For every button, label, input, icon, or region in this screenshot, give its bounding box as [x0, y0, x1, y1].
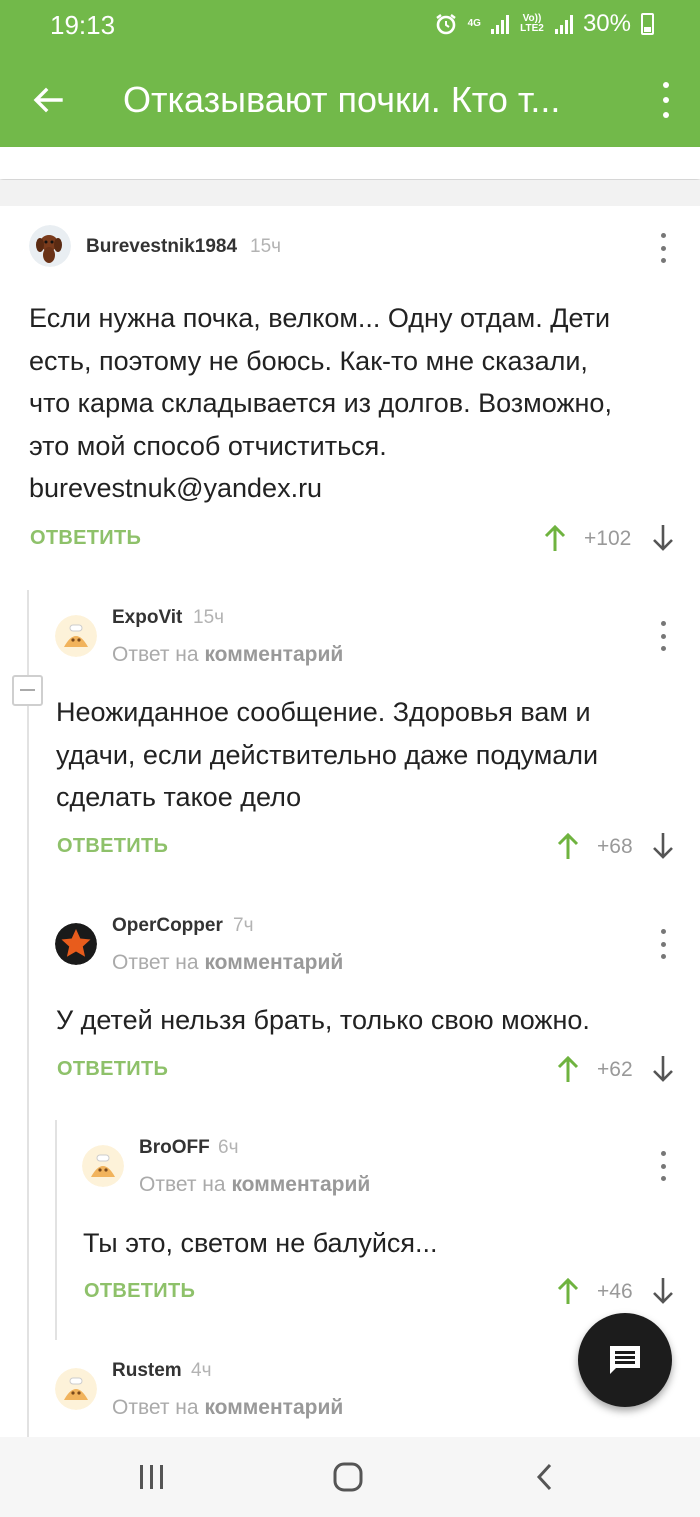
thread-line — [27, 590, 29, 1440]
reply-target-link[interactable]: комментарий — [204, 1396, 343, 1419]
comment-score: +62 — [597, 1058, 633, 1081]
status-icons: 4G Vo)) LTE2 30% — [434, 10, 654, 38]
vote-up-icon[interactable] — [556, 1054, 580, 1084]
comment-text: Ты это, светом не балуйся... — [83, 1222, 683, 1265]
comment-line: У детей нельзя брать, только свою можно. — [56, 1005, 590, 1035]
reply-target-link[interactable]: комментарий — [231, 1173, 370, 1196]
system-nav-bar — [0, 1437, 700, 1517]
reply-prefix: Ответ на — [112, 643, 199, 666]
reply-button[interactable]: ОТВЕТИТЬ — [30, 527, 141, 550]
user-avatar-default[interactable] — [82, 1145, 124, 1187]
vote-down-icon[interactable] — [651, 1276, 675, 1306]
comment-line: есть, поэтому не боюсь. Как-то мне сказа… — [29, 345, 588, 376]
comment-score: +102 — [584, 527, 632, 550]
reply-button[interactable]: ОТВЕТИТЬ — [84, 1280, 195, 1303]
comment-text: Неожиданное сообщение. Здоровья вам и уд… — [56, 691, 686, 819]
comment-age: 4ч — [191, 1360, 212, 1381]
status-bar: 19:13 4G Vo)) LTE2 30% — [0, 0, 700, 52]
comment-menu-button[interactable] — [658, 1151, 668, 1181]
vote-up-icon[interactable] — [556, 1276, 580, 1306]
reply-target-link[interactable]: комментарий — [204, 951, 343, 974]
comment-age: 15ч — [193, 607, 225, 628]
user-avatar-default[interactable] — [55, 1368, 97, 1410]
back-button[interactable] — [0, 52, 96, 147]
reply-to-label: Ответ на комментарий — [112, 951, 343, 975]
comment-score: +68 — [597, 835, 633, 858]
user-avatar-dog[interactable] — [29, 225, 71, 267]
star-avatar-icon — [55, 923, 97, 965]
app-bar: 19:13 4G Vo)) LTE2 30% Отказывают почки.… — [0, 0, 700, 147]
reply-button[interactable]: ОТВЕТИТЬ — [57, 835, 168, 858]
home-button[interactable] — [328, 1457, 368, 1497]
battery-percent: 30% — [582, 10, 631, 37]
signal-icon — [490, 14, 509, 34]
comment-menu-button[interactable] — [658, 621, 668, 651]
reply-prefix: Ответ на — [112, 951, 199, 974]
volte-label: Vo)) LTE2 — [520, 13, 544, 34]
recents-icon — [140, 1465, 163, 1489]
default-avatar-icon — [55, 615, 97, 657]
dog-avatar-icon — [29, 225, 71, 267]
user-avatar-star[interactable] — [55, 923, 97, 965]
comment-line: что карма складывается из долгов. Возмож… — [29, 388, 612, 418]
reply-prefix: Ответ на — [112, 1396, 199, 1419]
comment-icon — [610, 1346, 640, 1374]
signal-2-icon — [554, 14, 573, 34]
overflow-menu-button[interactable] — [658, 82, 674, 118]
comment-age: 6ч — [218, 1137, 239, 1158]
section-gap — [0, 180, 700, 206]
content-strip — [0, 147, 700, 179]
reply-to-label: Ответ на комментарий — [112, 1396, 343, 1420]
comment-author[interactable]: Rustem — [112, 1360, 182, 1382]
vote-down-icon[interactable] — [651, 1054, 675, 1084]
comment-line: Неожиданное сообщение. Здоровья вам и — [56, 697, 591, 727]
reply-to-label: Ответ на комментарий — [112, 643, 343, 667]
default-avatar-icon — [55, 1368, 97, 1410]
comment-author[interactable]: BroOFF — [139, 1137, 210, 1159]
reply-target-link[interactable]: комментарий — [204, 643, 343, 666]
toolbar: Отказывают почки. Кто т... — [0, 52, 700, 147]
alarm-icon — [435, 14, 456, 35]
vote-up-icon[interactable] — [543, 523, 567, 553]
page-title: Отказывают почки. Кто т... — [123, 78, 561, 120]
default-avatar-icon — [82, 1145, 124, 1187]
status-time: 19:13 — [50, 10, 116, 40]
comment-menu-button[interactable] — [658, 233, 668, 263]
comment-age: 15ч — [250, 236, 282, 257]
comment-line: удачи, если действительно даже подумали — [56, 739, 599, 770]
comment-author[interactable]: ExpoVit — [112, 607, 182, 629]
comment-text: Если нужна почка, велком... Одну отдам. … — [29, 297, 679, 510]
comment-author[interactable]: OperCopper — [112, 915, 223, 937]
comment-menu-button[interactable] — [658, 929, 668, 959]
nav-back-button[interactable] — [525, 1457, 565, 1497]
comment-author[interactable]: Burevestnik1984 — [86, 236, 237, 258]
thread-line-nested — [55, 1120, 57, 1340]
reply-prefix: Ответ на — [139, 1173, 226, 1196]
back-icon — [536, 1463, 552, 1491]
comment-line: сделать такое дело — [56, 782, 302, 812]
comment-line: это мой способ отчиститься. — [29, 430, 387, 461]
comment-line: burevestnuk@yandex.ru — [29, 473, 323, 503]
reply-button[interactable]: ОТВЕТИТЬ — [57, 1058, 168, 1081]
collapse-thread-button[interactable] — [12, 675, 43, 706]
user-avatar-default[interactable] — [55, 615, 97, 657]
comment-score: +46 — [597, 1280, 633, 1303]
write-comment-fab[interactable] — [578, 1313, 672, 1407]
comment-text: У детей нельзя брать, только свою можно. — [56, 999, 686, 1042]
vote-down-icon[interactable] — [651, 831, 675, 861]
comment-line: Если нужна почка, велком... Одну отдам. … — [29, 303, 611, 333]
network-4g-label: 4G — [467, 18, 481, 29]
home-icon — [333, 1462, 363, 1492]
vote-down-icon[interactable] — [651, 523, 675, 553]
vote-up-icon[interactable] — [556, 831, 580, 861]
reply-to-label: Ответ на комментарий — [139, 1173, 370, 1197]
comment-line: Ты это, светом не балуйся... — [83, 1228, 438, 1258]
comment-age: 7ч — [233, 915, 254, 936]
arrow-back-icon — [33, 87, 63, 112]
battery-icon — [641, 13, 654, 35]
recents-button[interactable] — [132, 1457, 172, 1497]
